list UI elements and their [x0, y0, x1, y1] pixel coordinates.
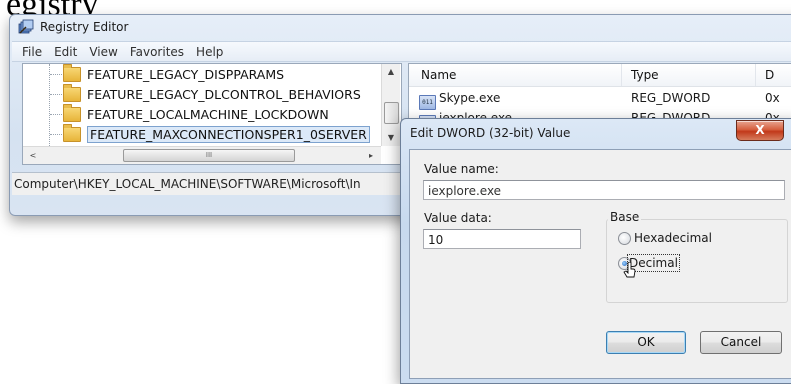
value-name: Skype.exe	[439, 91, 501, 105]
base-label: Base	[608, 210, 642, 224]
tree-item-label: FEATURE_MAXCONNECTIONSPER1_0SERVER	[87, 125, 370, 143]
list-header: Name Type D	[409, 64, 791, 87]
tree-item[interactable]: FEATURE_LEGACY_DLCONTROL_BEHAVIORS	[63, 83, 361, 104]
registry-editor-icon	[18, 19, 34, 34]
edit-dword-dialog: Edit DWORD (32-bit) Value X Value name: …	[400, 118, 791, 384]
close-button[interactable]: X	[736, 120, 784, 141]
tree-connector	[50, 94, 62, 95]
tree-item-selected[interactable]: FEATURE_MAXCONNECTIONSPER1_0SERVER	[63, 123, 370, 144]
value-name-label: Value name:	[424, 162, 499, 176]
scroll-up-icon[interactable]: ▲	[382, 64, 400, 80]
menu-edit[interactable]: Edit	[48, 45, 83, 59]
ok-button[interactable]: OK	[606, 331, 686, 354]
folder-icon	[63, 83, 81, 102]
value-data-field[interactable]: 10	[423, 229, 581, 249]
tree-item[interactable]: FEATURE_LEGACY_DISPPARAMS	[63, 64, 284, 84]
menu-help[interactable]: Help	[190, 45, 229, 59]
menu-file[interactable]: File	[16, 45, 48, 59]
title-bar: Registry Editor	[10, 15, 791, 39]
scroll-left-icon[interactable]: <	[25, 147, 41, 164]
column-divider[interactable]	[621, 64, 622, 86]
value-data-label: Value data:	[424, 211, 492, 225]
folder-icon	[63, 123, 81, 142]
value-data: 0x	[765, 91, 780, 105]
hexadecimal-radio[interactable]	[618, 232, 631, 245]
folder-icon	[63, 64, 81, 82]
dialog-body: Value name: iexplore.exe Value data: 10 …	[409, 149, 791, 379]
tree-item-label: FEATURE_LOCALMACHINE_LOCKDOWN	[87, 106, 329, 122]
registry-tree[interactable]: FEATURE_LEGACY_DISPPARAMS FEATURE_LEGACY…	[22, 63, 402, 165]
dialog-title-bar[interactable]: Edit DWORD (32-bit) Value X	[401, 119, 791, 147]
tree-connector	[50, 134, 62, 135]
list-row[interactable]: 011 Skype.exe REG_DWORD 0x	[409, 88, 791, 110]
registry-path: Computer\HKEY_LOCAL_MACHINE\SOFTWARE\Mic…	[14, 177, 361, 191]
menu-bar: File Edit View Favorites Help	[12, 41, 791, 62]
tree-horizontal-scrollbar[interactable]: < III ▸	[23, 146, 381, 164]
window-title: Registry Editor	[40, 20, 129, 34]
scroll-down-icon[interactable]: ▼	[382, 130, 400, 146]
column-header-name[interactable]: Name	[415, 64, 456, 86]
tree-item-label: FEATURE_LEGACY_DISPPARAMS	[87, 66, 285, 82]
tree-vertical-scrollbar[interactable]: ▲ ▼	[381, 64, 400, 146]
hexadecimal-label[interactable]: Hexadecimal	[634, 231, 712, 245]
folder-icon	[63, 103, 81, 122]
scroll-thumb[interactable]	[384, 102, 399, 124]
menu-view[interactable]: View	[83, 45, 123, 59]
tree-item[interactable]: FEATURE_LOCALMACHINE_LOCKDOWN	[63, 103, 329, 124]
column-divider[interactable]	[755, 64, 756, 86]
mouse-pointer-icon	[623, 262, 636, 278]
menu-favorites[interactable]: Favorites	[124, 45, 190, 59]
value-type: REG_DWORD	[631, 91, 711, 105]
value-name-field[interactable]: iexplore.exe	[423, 180, 785, 200]
tree-connector	[50, 74, 62, 75]
tree-connector	[50, 114, 62, 115]
cancel-button[interactable]: Cancel	[700, 331, 782, 354]
column-header-type[interactable]: Type	[625, 64, 659, 86]
tree-item-label: FEATURE_LEGACY_DLCONTROL_BEHAVIORS	[87, 86, 361, 102]
scroll-right-icon[interactable]: ▸	[363, 147, 379, 164]
scroll-thumb[interactable]: III	[123, 149, 295, 162]
dialog-title: Edit DWORD (32-bit) Value	[410, 126, 571, 140]
column-header-data[interactable]: D	[759, 64, 774, 86]
